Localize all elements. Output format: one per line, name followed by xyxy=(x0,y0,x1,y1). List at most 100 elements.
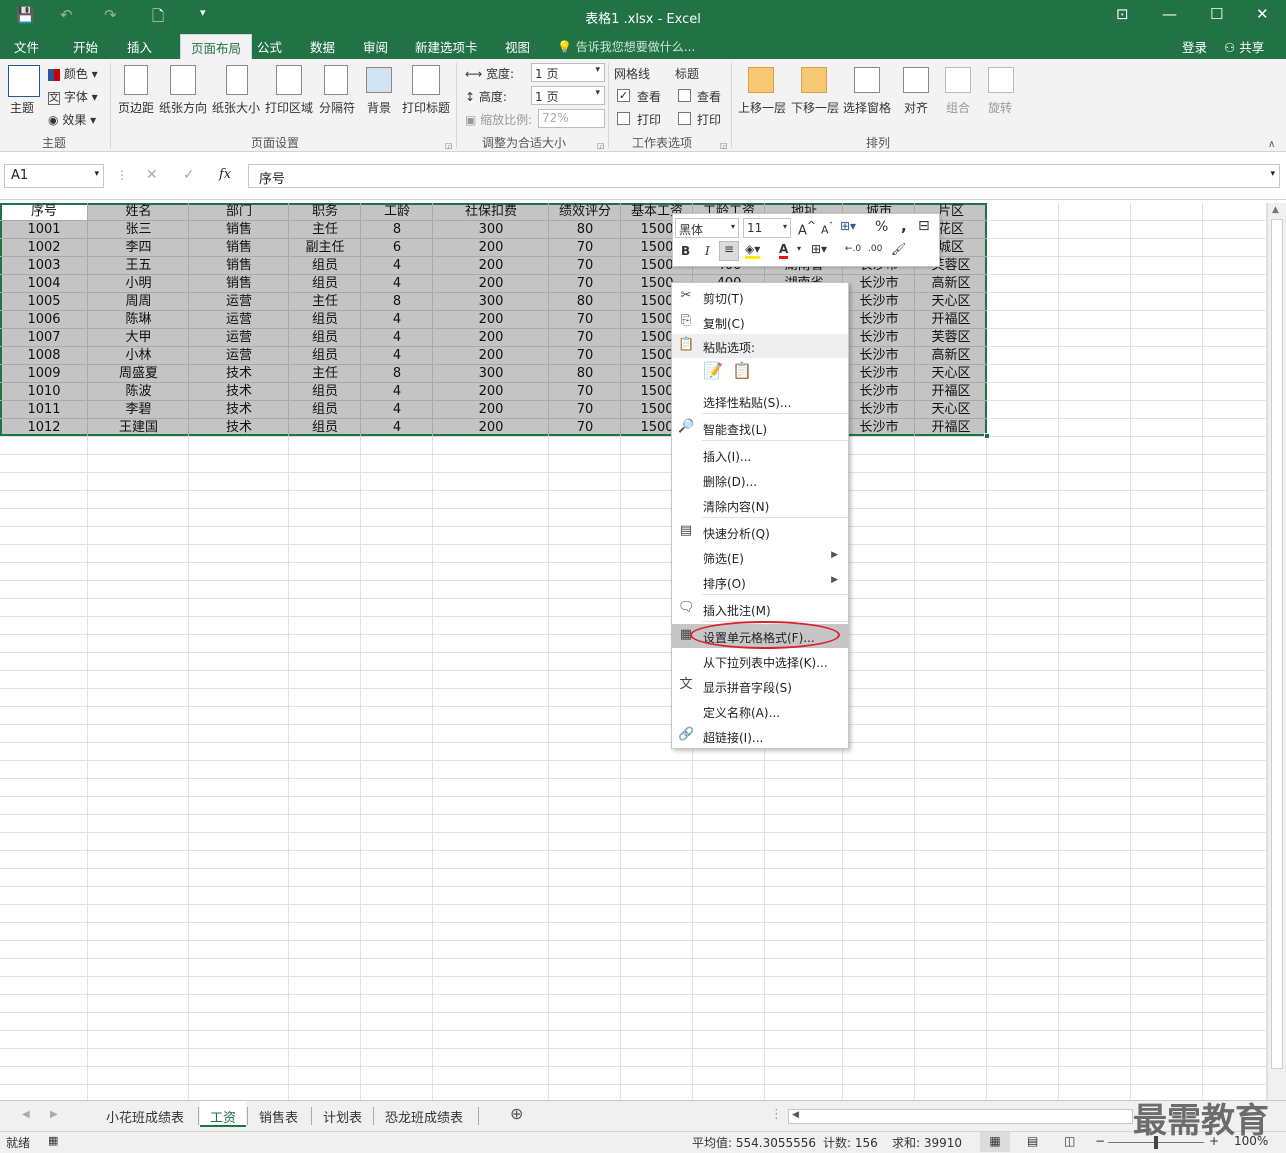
data-cell[interactable]: 200 xyxy=(433,347,549,365)
data-cell[interactable]: 80 xyxy=(549,365,621,383)
page-break-view-icon[interactable]: ◫ xyxy=(1064,1134,1075,1148)
data-cell[interactable]: 陈琳 xyxy=(88,311,189,329)
data-cell[interactable]: 4 xyxy=(361,383,433,401)
sheet-options-launcher-icon[interactable]: ◲ xyxy=(720,141,728,150)
data-cell[interactable]: 1007 xyxy=(0,329,88,347)
data-cell[interactable]: 1009 xyxy=(0,365,88,383)
menu-item-15[interactable]: 文显示拼音字段(S) xyxy=(672,674,848,698)
data-cell[interactable]: 长沙市 xyxy=(843,383,915,401)
data-cell[interactable]: 300 xyxy=(433,221,549,239)
data-cell[interactable]: 王五 xyxy=(88,257,189,275)
increase-decimal-icon[interactable]: ←.0 xyxy=(845,244,861,254)
bold-button[interactable]: B xyxy=(681,244,690,258)
increase-font-icon[interactable]: A^ xyxy=(798,219,816,238)
headings-print-checkbox[interactable] xyxy=(678,112,691,125)
data-cell[interactable]: 组员 xyxy=(289,347,361,365)
data-cell[interactable]: 1003 xyxy=(0,257,88,275)
data-cell[interactable]: 80 xyxy=(549,221,621,239)
sheet-tab-3[interactable]: 计划表 xyxy=(323,1107,362,1126)
data-cell[interactable]: 70 xyxy=(549,329,621,347)
tab-5[interactable]: 数据 xyxy=(310,37,335,56)
align-button[interactable]: 对齐 xyxy=(904,99,928,116)
data-cell[interactable]: 4 xyxy=(361,275,433,293)
print-area-icon[interactable] xyxy=(276,65,302,95)
data-cell[interactable]: 张三 xyxy=(88,221,189,239)
italic-button[interactable]: I xyxy=(705,244,710,258)
data-cell[interactable]: 200 xyxy=(433,257,549,275)
menu-item-17[interactable]: 🔗 超链接(I)... xyxy=(672,724,848,748)
data-cell[interactable]: 王建国 xyxy=(88,419,189,437)
height-select[interactable]: 1 页 ▾ xyxy=(531,86,605,105)
menu-item-5[interactable]: 🔎 智能查找(L) xyxy=(672,416,848,440)
align-icon[interactable] xyxy=(903,67,929,93)
data-cell[interactable]: 1005 xyxy=(0,293,88,311)
name-box[interactable]: A1 ▾ xyxy=(4,164,104,188)
sheet-tab-4[interactable]: 恐龙班成绩表 xyxy=(385,1107,463,1126)
data-cell[interactable]: 80 xyxy=(549,293,621,311)
menu-item-12[interactable]: 🗨 插入批注(M) xyxy=(672,597,848,621)
data-cell[interactable]: 1012 xyxy=(0,419,88,437)
insert-function-icon[interactable]: fx xyxy=(219,167,231,182)
data-cell[interactable]: 长沙市 xyxy=(843,419,915,437)
rotate-button[interactable]: 旋转 xyxy=(988,99,1012,116)
data-cell[interactable]: 周盛夏 xyxy=(88,365,189,383)
themes-icon[interactable] xyxy=(8,65,40,97)
data-cell[interactable]: 1011 xyxy=(0,401,88,419)
data-cell[interactable]: 200 xyxy=(433,401,549,419)
data-cell[interactable]: 组员 xyxy=(289,383,361,401)
menu-item-11[interactable]: 排序(O) ▶ xyxy=(672,570,848,594)
sheet-tab-0[interactable]: 小花班成绩表 xyxy=(106,1107,184,1126)
data-cell[interactable]: 主任 xyxy=(289,221,361,239)
collapse-ribbon-icon[interactable]: ∧ xyxy=(1268,139,1275,150)
prev-sheet-icon[interactable]: ◀ xyxy=(22,1109,30,1120)
effects-button[interactable]: ◉ 效果 ▾ xyxy=(48,111,96,128)
chevron-down-icon[interactable]: ▾ xyxy=(797,244,801,253)
data-cell[interactable]: 1010 xyxy=(0,383,88,401)
header-cell[interactable]: 绩效评分 xyxy=(549,203,621,221)
data-cell[interactable]: 小林 xyxy=(88,347,189,365)
data-cell[interactable]: 高新区 xyxy=(915,275,987,293)
data-cell[interactable]: 70 xyxy=(549,275,621,293)
scroll-up-icon[interactable]: ▲ xyxy=(1272,205,1279,215)
rotate-icon[interactable] xyxy=(988,67,1014,93)
menu-item-16[interactable]: 定义名称(A)... xyxy=(672,699,848,723)
bring-forward-button[interactable]: 上移一层 xyxy=(738,99,786,116)
data-cell[interactable]: 组员 xyxy=(289,311,361,329)
menu-item-6[interactable]: 插入(I)... xyxy=(672,443,848,467)
font-size-box[interactable]: 11 ▾ xyxy=(743,218,791,238)
data-cell[interactable]: 天心区 xyxy=(915,365,987,383)
data-cell[interactable]: 组员 xyxy=(289,275,361,293)
menu-item-7[interactable]: 删除(D)... xyxy=(672,468,848,492)
data-cell[interactable]: 300 xyxy=(433,365,549,383)
zoom-out-icon[interactable]: − xyxy=(1095,1134,1105,1148)
send-backward-button[interactable]: 下移一层 xyxy=(791,99,839,116)
bring-forward-icon[interactable] xyxy=(748,67,774,93)
data-cell[interactable]: 8 xyxy=(361,293,433,311)
breaks-icon[interactable] xyxy=(324,65,348,95)
next-sheet-icon[interactable]: ▶ xyxy=(50,1109,58,1120)
menu-item-1[interactable]: ⎘ 复制(C) xyxy=(672,310,848,334)
data-cell[interactable]: 开福区 xyxy=(915,419,987,437)
data-cell[interactable]: 70 xyxy=(549,347,621,365)
data-cell[interactable]: 芙蓉区 xyxy=(915,329,987,347)
selection-pane-button[interactable]: 选择窗格 xyxy=(843,99,891,116)
data-cell[interactable]: 长沙市 xyxy=(843,293,915,311)
data-cell[interactable]: 200 xyxy=(433,383,549,401)
data-cell[interactable]: 8 xyxy=(361,221,433,239)
size-icon[interactable] xyxy=(226,65,248,95)
header-cell[interactable]: 序号 xyxy=(0,203,88,221)
data-cell[interactable]: 运营 xyxy=(189,293,289,311)
data-cell[interactable]: 4 xyxy=(361,257,433,275)
data-cell[interactable]: 技术 xyxy=(189,383,289,401)
normal-view-icon[interactable]: ▦ xyxy=(980,1132,1010,1152)
tell-me-search[interactable]: 💡 告诉我您想要做什么... xyxy=(557,38,695,55)
data-cell[interactable]: 技术 xyxy=(189,419,289,437)
margins-icon[interactable] xyxy=(124,65,148,95)
data-cell[interactable]: 开福区 xyxy=(915,311,987,329)
tab-7[interactable]: 新建选项卡 xyxy=(415,37,478,56)
margins-button[interactable]: 页边距 xyxy=(118,99,154,116)
data-cell[interactable]: 开福区 xyxy=(915,383,987,401)
data-cell[interactable]: 1004 xyxy=(0,275,88,293)
percent-icon[interactable]: % xyxy=(875,219,888,235)
menu-item-8[interactable]: 清除内容(N) xyxy=(672,493,848,517)
